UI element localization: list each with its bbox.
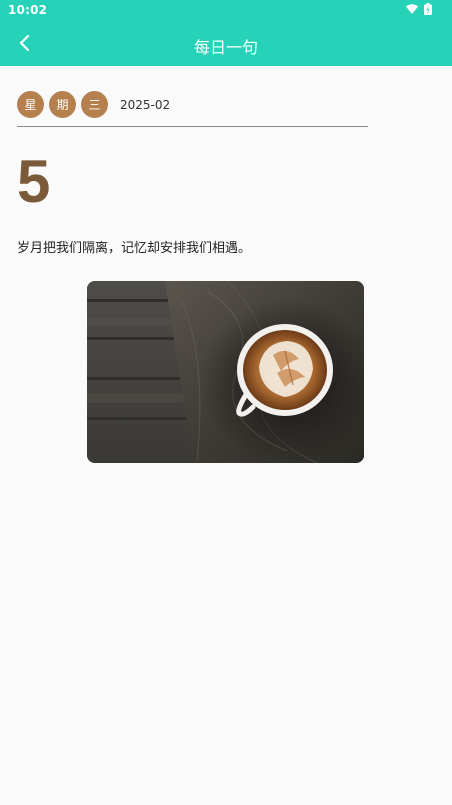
divider [17, 126, 368, 127]
status-time: 10:02 [8, 3, 48, 17]
date-row: 星 期 三 2025-02 [17, 91, 170, 118]
page-title: 每日一句 [193, 38, 258, 57]
weekday-chip-3: 三 [81, 91, 108, 118]
coffee-photo [87, 281, 364, 463]
weekday-chip-1: 星 [17, 91, 44, 118]
app-header: 10:02 每日一句 [0, 0, 452, 66]
year-month: 2025-02 [120, 97, 171, 112]
wifi-icon [406, 4, 418, 14]
status-icons [406, 3, 432, 15]
coffee-latte-image [87, 281, 364, 463]
daily-quote: 岁月把我们隔离，记忆却安排我们相遇。 [17, 241, 252, 256]
day-number: 5 [17, 148, 51, 215]
battery-icon [424, 3, 432, 15]
weekday-chip-2: 期 [49, 91, 76, 118]
